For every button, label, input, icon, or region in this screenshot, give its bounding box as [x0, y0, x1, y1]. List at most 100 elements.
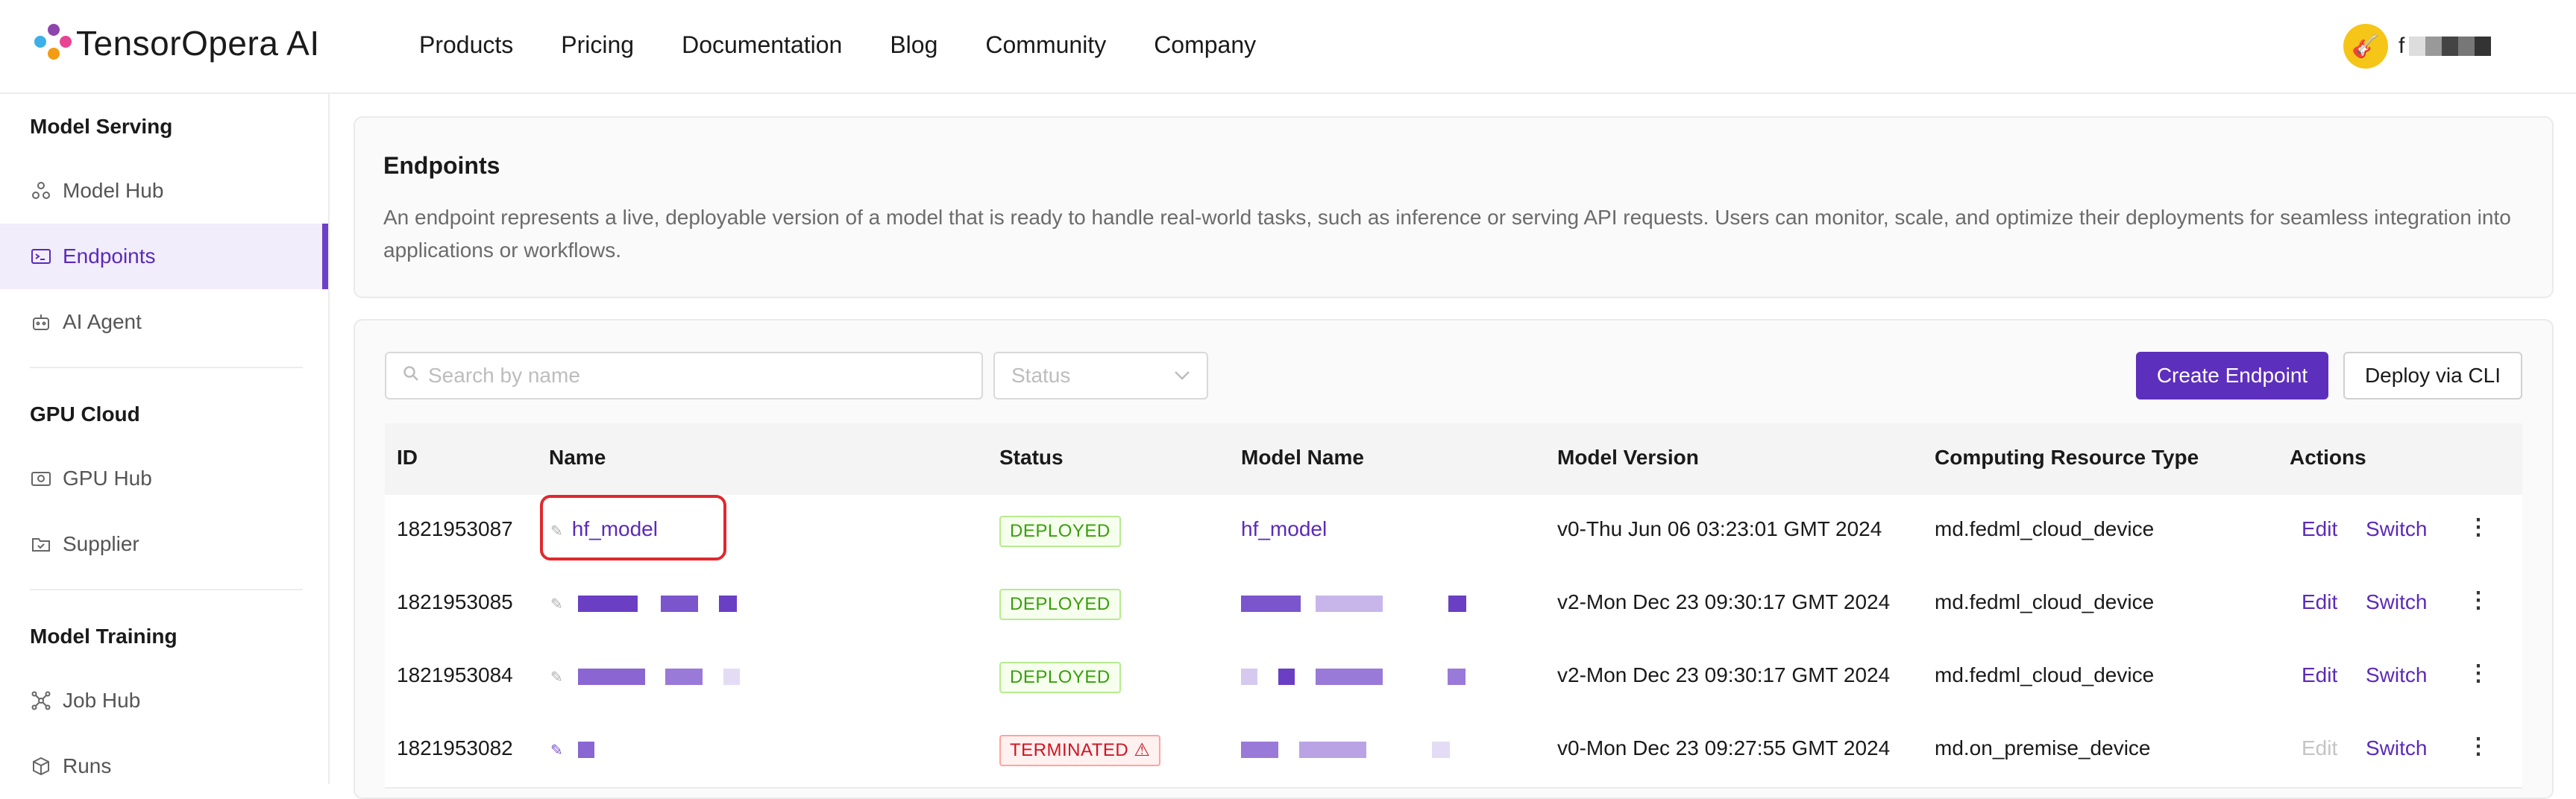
sidebar-item-endpoints[interactable]: Endpoints [0, 224, 328, 289]
page-description: An endpoint represents a live, deployabl… [383, 206, 2511, 262]
search-box[interactable] [385, 352, 983, 400]
nav-blog[interactable]: Blog [890, 27, 937, 63]
sidebar-item-label: Model Hub [63, 179, 164, 202]
cell-name[interactable]: ✎ [550, 663, 741, 687]
redacted-name [577, 595, 638, 612]
switch-link[interactable]: Switch [2366, 663, 2427, 687]
switch-link[interactable]: Switch [2366, 517, 2427, 541]
status-badge: DEPLOYED [999, 589, 1121, 620]
redacted-name [723, 668, 741, 685]
cell-id: 1821953082 [397, 736, 513, 759]
brand-logo[interactable]: TensorOpera AI [33, 22, 320, 64]
brand-name: TensorOpera AI [76, 24, 320, 63]
redacted-name [577, 668, 645, 685]
nav-products[interactable]: Products [419, 27, 513, 63]
sidebar: Model Serving Model Hub Endpoints AI Age… [0, 94, 330, 784]
user-name-redacted [2409, 37, 2492, 56]
redacted-model-name [1448, 595, 1466, 612]
redacted-name [665, 668, 703, 685]
cell-model-version: v2-Mon Dec 23 09:30:17 GMT 2024 [1557, 663, 1891, 686]
status-filter-select[interactable]: Status [993, 352, 1208, 400]
edit-link[interactable]: Edit [2302, 590, 2337, 614]
model-name-link[interactable] [1241, 590, 1466, 614]
edit-link[interactable]: Edit [2302, 736, 2337, 760]
table-row: 1821953082 ✎ TERMINATED ⚠ v0-Mon Dec 23 … [385, 714, 2522, 789]
sidebar-item-ai-agent[interactable]: AI Agent [0, 289, 328, 355]
redacted-name [719, 595, 738, 612]
deploy-via-cli-button[interactable]: Deploy via CLI [2343, 352, 2522, 400]
cell-name[interactable]: ✎ [550, 590, 738, 614]
more-actions-icon[interactable]: ⋮ [2467, 587, 2489, 613]
column-header-model-name: Model Name [1241, 446, 1364, 469]
sidebar-item-supplier[interactable]: Supplier [0, 511, 328, 577]
more-actions-icon[interactable]: ⋮ [2467, 514, 2489, 540]
sidebar-item-label: AI Agent [63, 310, 142, 333]
sidebar-section-gpu-cloud: GPU Cloud [30, 402, 140, 426]
network-icon [30, 689, 52, 712]
redacted-model-name [1241, 668, 1257, 685]
cell-resource-type: md.on_premise_device [1935, 736, 2151, 759]
nav-company[interactable]: Company [1154, 27, 1256, 63]
cell-resource-type: md.fedml_cloud_device [1935, 590, 2155, 613]
cell-resource-type: md.fedml_cloud_device [1935, 663, 2155, 686]
cell-id: 1821953087 [397, 517, 513, 540]
sidebar-divider [30, 367, 303, 368]
sidebar-item-label: Endpoints [63, 244, 156, 268]
redacted-name [661, 595, 699, 612]
pencil-icon[interactable]: ✎ [550, 742, 563, 759]
column-header-resource-type: Computing Resource Type [1935, 446, 2199, 469]
chevron-down-icon [1174, 366, 1190, 385]
switch-link[interactable]: Switch [2366, 736, 2427, 760]
table-row: 1821953084 ✎ DEPLOYED v2-Mon Dec 23 09:3… [385, 641, 2522, 716]
warning-icon: ⚠ [1134, 740, 1151, 760]
status-filter-placeholder: Status [1011, 364, 1071, 387]
pencil-icon[interactable]: ✎ [550, 669, 563, 686]
box-icon [30, 755, 52, 777]
redacted-model-name [1448, 668, 1466, 685]
more-actions-icon[interactable]: ⋮ [2467, 660, 2489, 686]
folder-icon [30, 533, 52, 555]
column-header-status: Status [999, 446, 1064, 469]
more-actions-icon[interactable]: ⋮ [2467, 733, 2489, 759]
cell-model-version: v2-Mon Dec 23 09:30:17 GMT 2024 [1557, 590, 1891, 613]
redacted-model-name [1298, 741, 1366, 758]
logo-mark-icon [33, 22, 75, 64]
search-input[interactable] [427, 363, 952, 388]
redacted-model-name [1431, 741, 1450, 758]
model-name-link[interactable]: hf_model [1241, 517, 1327, 541]
nav-documentation[interactable]: Documentation [682, 27, 842, 63]
edit-link[interactable]: Edit [2302, 517, 2337, 541]
cube-network-icon [30, 180, 52, 202]
user-name: f [2398, 34, 2405, 58]
pencil-icon[interactable]: ✎ [550, 596, 563, 613]
redacted-model-name [1241, 595, 1301, 612]
user-menu[interactable]: 🎸 f [2343, 24, 2492, 69]
table-header: ID Name Status Model Name Model Version … [385, 423, 2522, 495]
main-nav: Products Pricing Documentation Blog Comm… [419, 27, 1304, 63]
nav-pricing[interactable]: Pricing [561, 27, 634, 63]
top-navbar: TensorOpera AI Products Pricing Document… [0, 0, 2576, 94]
sidebar-item-label: GPU Hub [63, 467, 152, 490]
create-endpoint-button[interactable]: Create Endpoint [2136, 352, 2328, 400]
cell-id: 1821953085 [397, 590, 513, 613]
status-badge-label: TERMINATED [1010, 740, 1129, 760]
sidebar-item-runs[interactable]: Runs [0, 733, 328, 799]
cell-resource-type: md.fedml_cloud_device [1935, 517, 2155, 540]
sidebar-item-label: Runs [63, 754, 112, 777]
robot-icon [30, 311, 52, 333]
model-name-link[interactable] [1241, 736, 1450, 760]
switch-link[interactable]: Switch [2366, 590, 2427, 614]
avatar[interactable]: 🎸 [2343, 24, 2388, 69]
cell-name[interactable]: ✎ [550, 736, 594, 760]
sidebar-section-model-serving: Model Serving [30, 115, 173, 138]
sidebar-item-gpu-hub[interactable]: GPU Hub [0, 446, 328, 511]
redacted-model-name [1241, 741, 1278, 758]
model-name-link[interactable] [1241, 663, 1466, 687]
image-icon [30, 467, 52, 490]
edit-link[interactable]: Edit [2302, 663, 2337, 687]
sidebar-item-job-hub[interactable]: Job Hub [0, 668, 328, 733]
nav-community[interactable]: Community [985, 27, 1106, 63]
sidebar-item-model-hub[interactable]: Model Hub [0, 158, 328, 224]
sidebar-divider [30, 589, 303, 590]
terminal-icon [30, 245, 52, 268]
